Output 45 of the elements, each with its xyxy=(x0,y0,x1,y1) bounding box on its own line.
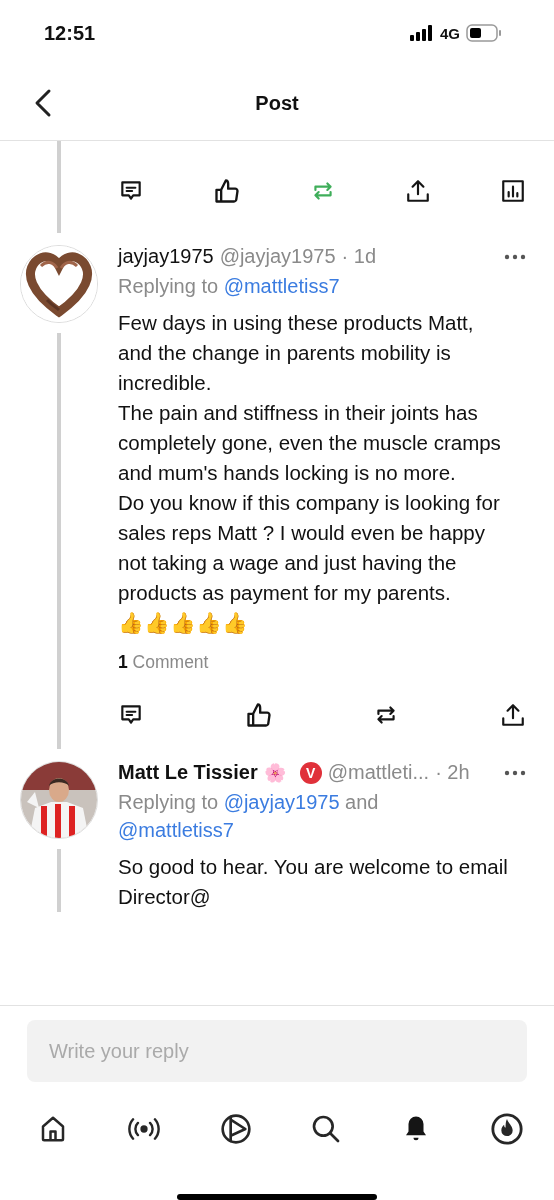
reply-input[interactable]: Write your reply xyxy=(27,1020,527,1082)
back-button[interactable] xyxy=(34,88,52,118)
flame-tab[interactable] xyxy=(490,1112,524,1146)
signal-icon xyxy=(410,25,434,41)
user-name[interactable]: jayjay1975 xyxy=(118,245,214,268)
post-time: · 1d xyxy=(341,245,377,268)
network-label: 4G xyxy=(440,24,460,42)
reply-text: Few days in using these products Matt, and the change in parents mobility is incredible. xyxy=(118,310,475,396)
more-icon xyxy=(504,253,526,260)
mention-link[interactable]: @jayjay1975 xyxy=(223,791,340,813)
mention-link[interactable]: @mattletiss7 xyxy=(118,819,234,841)
like-button[interactable] xyxy=(213,177,241,205)
share-icon xyxy=(405,178,431,204)
mention-link[interactable]: @mattletiss7 xyxy=(223,275,340,297)
post-time: · 2h xyxy=(435,761,470,784)
flower-emoji: 🌸 xyxy=(263,761,286,784)
stats-button[interactable] xyxy=(500,178,526,204)
back-icon xyxy=(34,88,52,118)
more-button[interactable] xyxy=(504,769,526,776)
user-name[interactable]: Matt Le Tissier xyxy=(118,761,258,784)
comment-count[interactable]: 1 Comment xyxy=(118,652,526,673)
reply-text: So good to hear. You are welcome to email Director@ xyxy=(118,854,509,910)
user-handle: @mattleti... xyxy=(327,761,430,784)
replying-to-text: Replying to @mattletiss7 xyxy=(118,274,341,299)
bar-chart-icon xyxy=(500,178,526,204)
flame-circle-icon xyxy=(490,1112,524,1146)
share-button[interactable] xyxy=(499,702,526,728)
share-button[interactable] xyxy=(405,178,431,204)
more-button[interactable] xyxy=(504,253,526,260)
reply-text: The pain and stiffness in their joints has completely gone, even the muscle cramps and mum's hands locking is no more. xyxy=(118,400,502,486)
verified-badge: V xyxy=(299,761,322,784)
emoji-text: 👍👍👍👍👍 xyxy=(118,610,249,636)
play-circle-icon xyxy=(219,1113,252,1145)
page-title: Post xyxy=(255,91,299,115)
share-icon xyxy=(499,702,526,728)
thumbs-up-icon xyxy=(244,701,273,729)
thumbs-up-icon xyxy=(213,177,241,205)
reply-text: Do you know if this company is looking for sales reps Matt ? I would even be happy not taking a wage and just having the products as payment for my parents. xyxy=(118,490,501,606)
status-time: 12:51 xyxy=(44,21,96,45)
battery-icon xyxy=(466,24,502,42)
replying-to-text: Replying to @jayjay1975 and @mattletiss7 xyxy=(118,790,380,843)
more-icon xyxy=(504,769,526,776)
play-tab[interactable] xyxy=(219,1113,252,1145)
user-handle: @jayjay1975 xyxy=(219,245,336,268)
like-button[interactable] xyxy=(244,701,273,729)
